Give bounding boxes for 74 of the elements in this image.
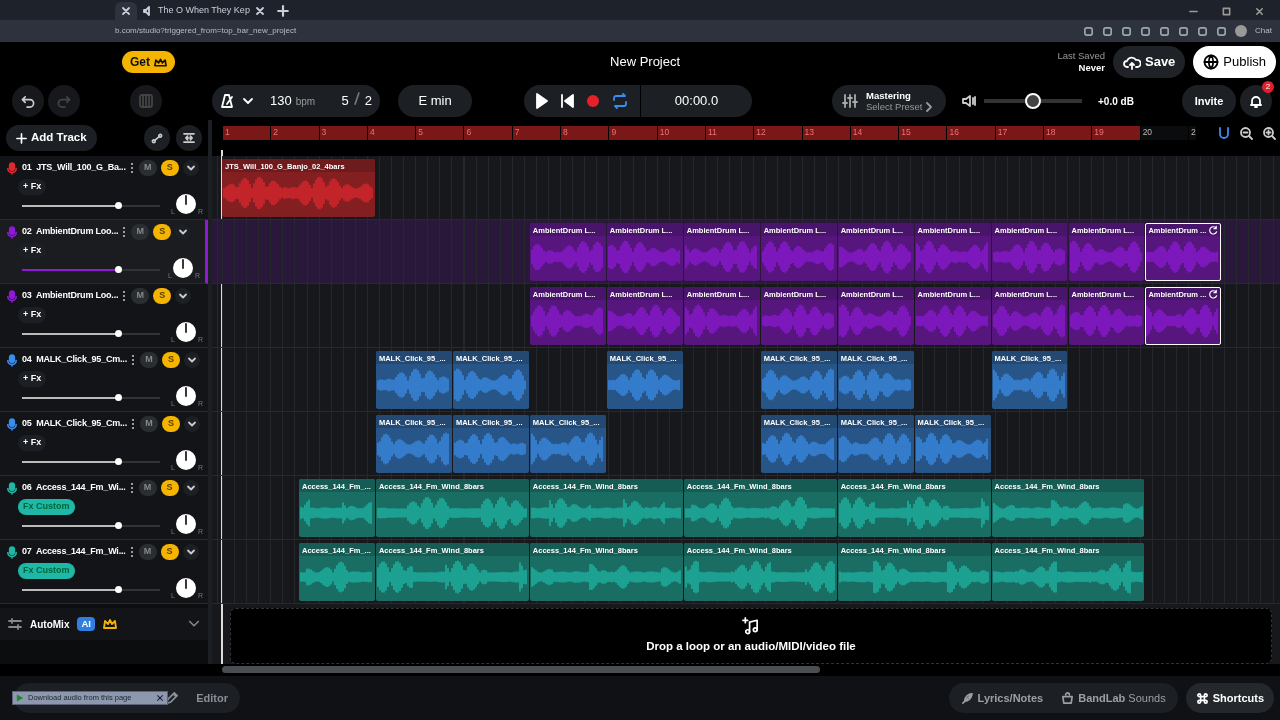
track-name[interactable]: 06 Access_144_Fm_Wi... — [22, 481, 126, 495]
mute-button[interactable]: M — [138, 480, 157, 496]
mute-button[interactable]: M — [139, 352, 158, 368]
ruler-mark: 17 — [994, 126, 1044, 140]
add-fx-button[interactable]: + Fx — [18, 307, 47, 323]
invite-button[interactable]: Invite — [1182, 85, 1236, 117]
ruler-mark: 8 — [560, 126, 609, 140]
ruler-mark: 19 — [1091, 126, 1140, 140]
solo-button[interactable]: S — [160, 160, 179, 176]
ruler-mark: 15 — [898, 126, 947, 140]
ruler-mark: 10 — [656, 126, 705, 140]
solo-button[interactable]: S — [161, 416, 180, 432]
mute-button[interactable]: M — [138, 160, 157, 176]
lyrics-notes-button[interactable]: Lyrics/Notes — [960, 689, 1044, 707]
ruler-mark: 18 — [1043, 126, 1092, 140]
gain-readout: +0.0 dB — [1098, 94, 1134, 109]
tempo-field[interactable]: 130 bpm — [270, 91, 316, 111]
last-saved-label: Last Saved — [1057, 50, 1105, 62]
mute-button[interactable]: M — [139, 416, 158, 432]
chat-button[interactable]: Chat — [1255, 25, 1272, 37]
ruler-mark: 11 — [704, 126, 754, 140]
ruler-mark: 5 — [415, 126, 464, 140]
ruler-mark: 9 — [608, 126, 657, 140]
solo-button[interactable]: S — [153, 288, 172, 304]
mute-button[interactable]: M — [131, 224, 150, 240]
last-saved-value: Never — [1077, 62, 1105, 74]
ruler-mark: 14 — [849, 126, 899, 140]
drop-zone-text: Drop a loop or an audio/MIDI/video file — [646, 639, 856, 655]
address-text[interactable]: b.com/studio?triggered_from=top_bar_new_project — [115, 25, 297, 37]
track-name[interactable]: 01 JTS_Will_100_G_Ba... — [22, 161, 126, 175]
ruler-mark: 20 — [1139, 126, 1188, 140]
save-button[interactable]: Save — [1113, 46, 1186, 78]
track-name[interactable]: 03 AmbientDrum Loo... — [22, 289, 119, 303]
ruler-mark: 3 — [318, 126, 367, 140]
ruler-mark: 1 — [222, 126, 271, 140]
tab-title: The O When They Kep — [158, 4, 250, 18]
mastering-button[interactable]: Mastering Select Preset — [832, 85, 946, 117]
publish-button[interactable]: Publish — [1193, 46, 1276, 78]
get-button[interactable]: Get — [122, 51, 175, 73]
browser-tab[interactable]: The O When They Kep — [137, 2, 271, 20]
time-signature-field[interactable]: 5 2 — [341, 91, 372, 111]
add-fx-button[interactable]: + Fx — [18, 435, 47, 451]
ruler-mark: 16 — [946, 126, 995, 140]
ruler-mark: 2 — [270, 126, 319, 140]
add-fx-button[interactable]: + Fx — [18, 371, 47, 387]
mute-button[interactable]: M — [131, 288, 150, 304]
key-button[interactable]: E min — [398, 85, 472, 117]
time-display: 00:00.0 — [640, 85, 752, 117]
mastering-label: Mastering — [866, 90, 912, 101]
ruler-mark: 7 — [511, 126, 561, 140]
shortcuts-button[interactable]: Shortcuts — [1185, 683, 1274, 713]
ai-badge: AI — [77, 616, 95, 632]
track-name[interactable]: 02 AmbientDrum Loo... — [22, 225, 119, 239]
solo-button[interactable]: S — [160, 480, 179, 496]
automix-label: AutoMix — [30, 617, 70, 632]
ruler-mark: 13 — [801, 126, 850, 140]
ruler-mark: 12 — [753, 126, 802, 140]
solo-button[interactable]: S — [161, 352, 180, 368]
add-track-button[interactable]: Add Track — [6, 125, 97, 151]
solo-button[interactable]: S — [153, 224, 172, 240]
solo-button[interactable]: S — [160, 544, 179, 560]
ruler-mark: 4 — [366, 126, 416, 140]
track-name[interactable]: 05 MALK_Click_95_Cm... — [22, 417, 127, 431]
ruler-mark: 6 — [463, 126, 512, 140]
track-name[interactable]: 07 Access_144_Fm_Wi... — [22, 545, 126, 559]
drop-zone[interactable]: Drop a loop or an audio/MIDI/video file — [230, 608, 1272, 664]
preset-label: Select Preset — [866, 101, 923, 112]
mute-button[interactable]: M — [138, 544, 157, 560]
project-title: New Project — [610, 53, 681, 72]
sounds-button[interactable]: BandLab Sounds — [1061, 689, 1166, 707]
ruler-mark: 2 — [1187, 126, 1196, 140]
add-fx-button[interactable]: + Fx — [18, 179, 47, 195]
notification-count: 2 — [1262, 81, 1274, 93]
track-name[interactable]: 04 MALK_Click_95_Cm... — [22, 353, 127, 367]
